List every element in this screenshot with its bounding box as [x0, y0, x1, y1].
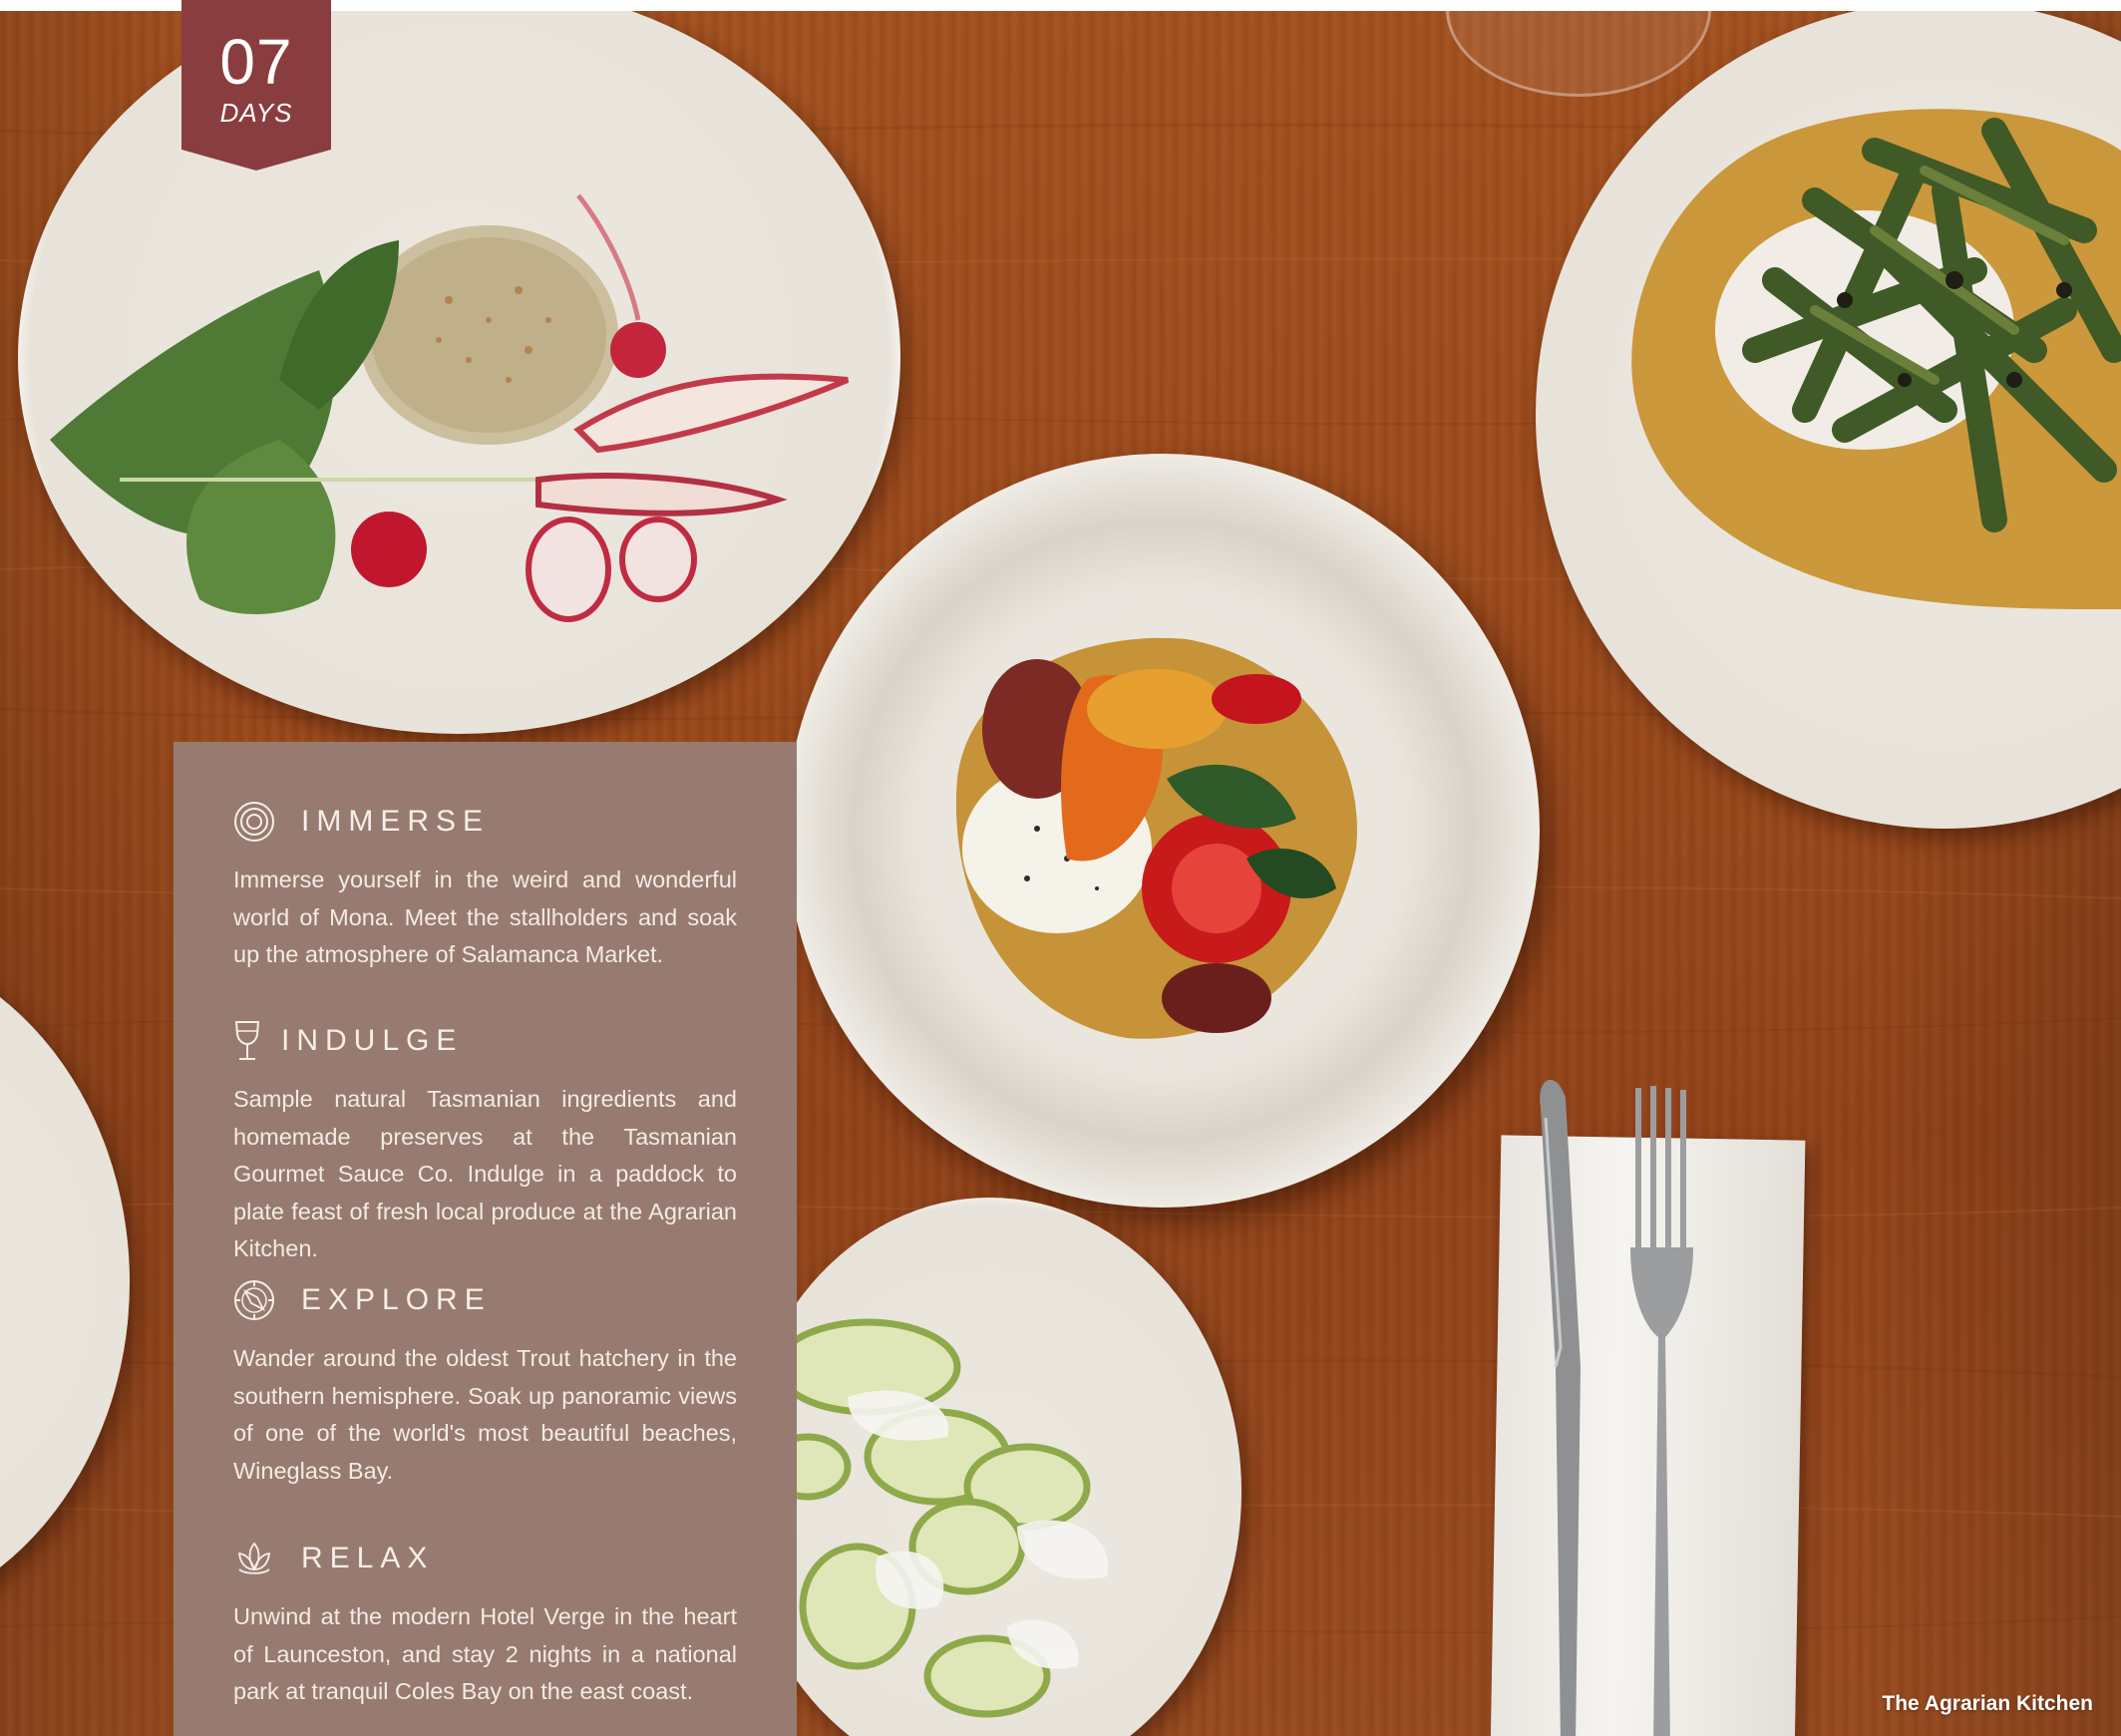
- section-immerse-header: IMMERSE: [233, 800, 737, 844]
- wine-glass-icon: [234, 1021, 260, 1060]
- days-number: 07: [219, 26, 293, 98]
- section-explore-header: EXPLORE: [233, 1278, 737, 1322]
- section-immerse-body: Immerse yourself in the weird and wonder…: [233, 867, 737, 967]
- section-relax: RELAX Unwind at the modern Hotel Verge i…: [233, 1537, 737, 1711]
- section-indulge-header: INDULGE: [233, 1019, 737, 1063]
- section-relax-body: Unwind at the modern Hotel Verge in the …: [233, 1603, 737, 1704]
- zucchini-dish: [788, 1318, 1109, 1718]
- section-relax-title: RELAX: [301, 1542, 435, 1574]
- section-indulge-title: INDULGE: [281, 1024, 464, 1057]
- days-label: DAYS: [219, 98, 293, 128]
- photo-caption: The Agrarian Kitchen: [1882, 1692, 2093, 1715]
- days-badge: 07 DAYS: [181, 0, 331, 171]
- tomato-burrata-dish: [955, 637, 1357, 1039]
- radish-salad-dish: [50, 193, 850, 622]
- green-beans-dish: [1631, 109, 2121, 610]
- highlights-panel: IMMERSE Immerse yourself in the weird an…: [174, 742, 797, 1736]
- concentric-circles-icon: [234, 802, 274, 842]
- section-explore-title: EXPLORE: [301, 1283, 492, 1316]
- section-immerse-title: IMMERSE: [301, 805, 491, 838]
- knife-and-fork: [1540, 1079, 1693, 1736]
- section-immerse: IMMERSE Immerse yourself in the weird an…: [233, 800, 737, 974]
- compass-icon: [234, 1280, 274, 1320]
- section-explore: EXPLORE Wander around the oldest Trout h…: [233, 1278, 737, 1490]
- section-indulge-body: Sample natural Tasmanian ingredients and…: [233, 1086, 737, 1261]
- lotus-icon: [237, 1542, 271, 1574]
- section-indulge: INDULGE Sample natural Tasmanian ingredi…: [233, 1019, 737, 1268]
- section-relax-header: RELAX: [233, 1537, 737, 1580]
- section-explore-body: Wander around the oldest Trout hatchery …: [233, 1345, 737, 1484]
